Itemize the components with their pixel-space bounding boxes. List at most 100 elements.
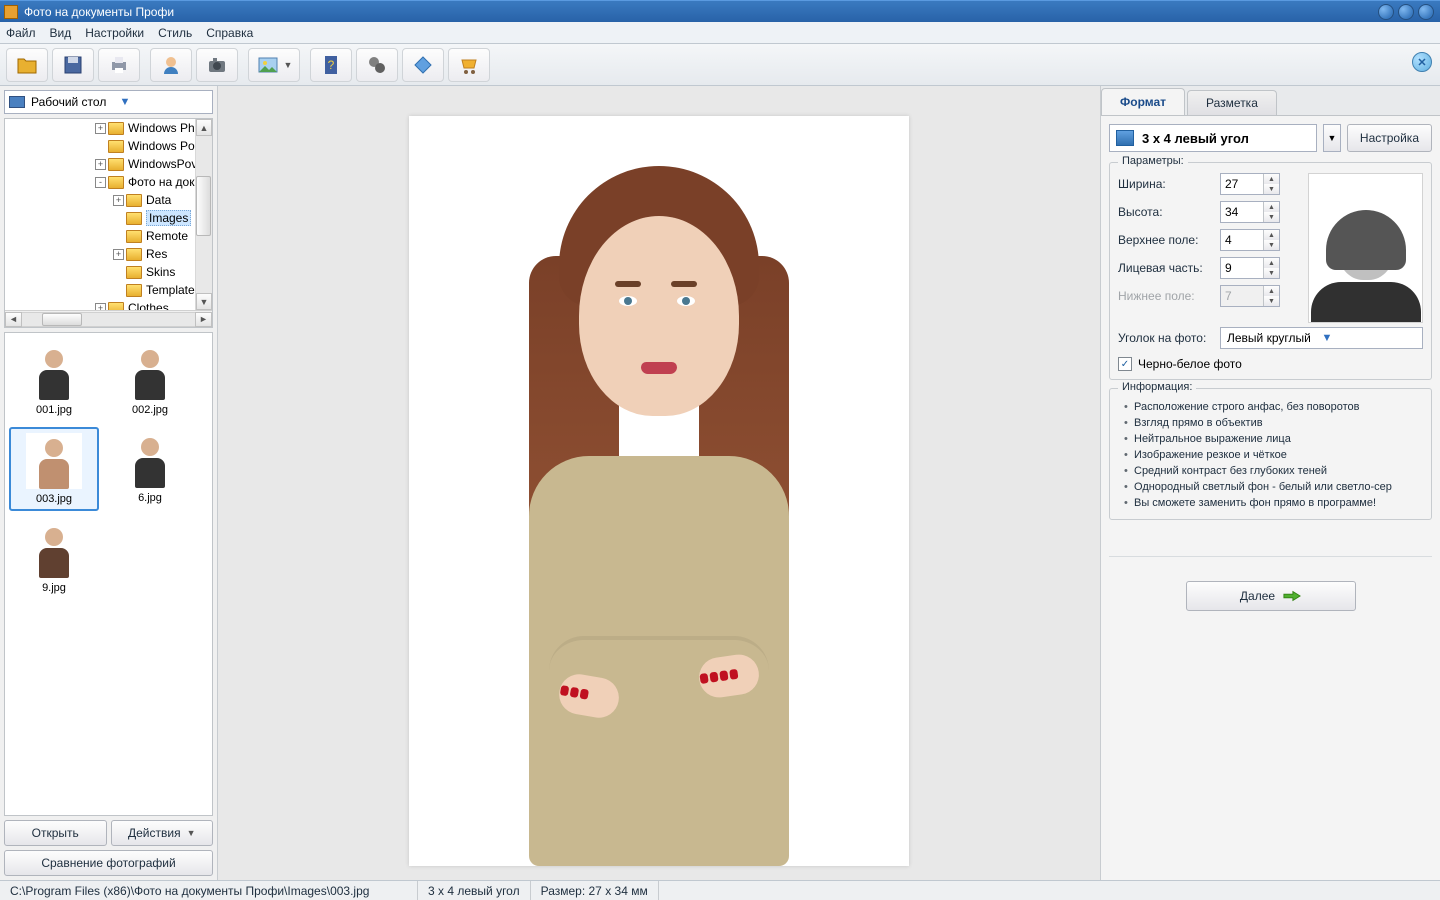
info-fieldset: Информация: Расположение строго анфас, б… — [1109, 388, 1432, 520]
folder-icon — [126, 230, 142, 243]
thumbnail[interactable]: 002.jpg — [105, 339, 195, 421]
help-button[interactable]: ? — [310, 48, 352, 82]
tree-hscrollbar[interactable]: ◄► — [5, 310, 212, 327]
tree-item[interactable]: +Data — [5, 191, 212, 209]
folder-icon — [126, 212, 142, 225]
top-margin-spinner[interactable]: ▲▼ — [1220, 229, 1280, 251]
image-dropdown-button[interactable]: ▼ — [248, 48, 300, 82]
format-icon — [1116, 130, 1134, 146]
path-combo[interactable]: Рабочий стол ▼ — [4, 90, 213, 114]
tree-item-label: Windows Po — [128, 139, 195, 153]
compare-button[interactable]: Сравнение фотографий — [4, 850, 213, 876]
titlebar: Фото на документы Профи — [0, 0, 1440, 22]
tree-item[interactable]: +Clothes — [5, 299, 212, 310]
info-item: Расположение строго анфас, без поворотов — [1124, 399, 1423, 415]
camera-button[interactable] — [196, 48, 238, 82]
open-button[interactable]: Открыть — [4, 820, 107, 846]
tree-item[interactable]: Skins — [5, 263, 212, 281]
top-margin-label: Верхнее поле: — [1118, 233, 1220, 247]
folder-tree: +Windows Ph Windows Po +WindowsPov-Фото на… — [4, 118, 213, 328]
tree-item-label: Template — [146, 283, 195, 297]
desktop-icon — [9, 96, 25, 108]
video-button[interactable] — [356, 48, 398, 82]
bottom-margin-spinner: ▲▼ — [1220, 285, 1280, 307]
thumbnail-label: 002.jpg — [132, 404, 168, 416]
thumbnail-label: 9.jpg — [42, 582, 66, 594]
tab-format[interactable]: Формат — [1101, 88, 1185, 115]
thumbnail[interactable]: 9.jpg — [9, 517, 99, 599]
folder-icon — [108, 302, 124, 311]
open-folder-button[interactable] — [6, 48, 48, 82]
tree-item[interactable]: Remote — [5, 227, 212, 245]
close-button[interactable] — [1418, 4, 1434, 20]
chevron-down-icon: ▼ — [120, 96, 209, 108]
toolbar: ▼ ? ✕ — [0, 44, 1440, 86]
tree-item-label: WindowsPov — [128, 157, 197, 171]
params-fieldset: Параметры: Ширина: ▲▼ Высота: ▲▼ Верхнее… — [1109, 162, 1432, 380]
folder-icon — [108, 122, 124, 135]
thumbnail[interactable]: 003.jpg — [9, 427, 99, 511]
tree-item-label: Remote — [146, 229, 188, 243]
right-panel: Формат Разметка 3 х 4 левый угол ▼ Настр… — [1100, 86, 1440, 880]
next-button[interactable]: Далее — [1186, 581, 1356, 611]
print-button[interactable] — [98, 48, 140, 82]
corner-combo[interactable]: Левый круглый▼ — [1220, 327, 1423, 349]
height-spinner[interactable]: ▲▼ — [1220, 201, 1280, 223]
menu-style[interactable]: Стиль — [158, 26, 192, 40]
format-setup-button[interactable]: Настройка — [1347, 124, 1432, 152]
right-tabs: Формат Разметка — [1101, 86, 1440, 116]
tree-item[interactable]: -Фото на док — [5, 173, 212, 191]
face-part-spinner[interactable]: ▲▼ — [1220, 257, 1280, 279]
menu-help[interactable]: Справка — [206, 26, 253, 40]
svg-text:?: ? — [328, 58, 335, 72]
tree-item[interactable]: Windows Po — [5, 137, 212, 155]
face-detect-button[interactable] — [150, 48, 192, 82]
tree-item-label: Res — [146, 247, 167, 261]
minimize-button[interactable] — [1378, 4, 1394, 20]
thumbnail[interactable]: 001.jpg — [9, 339, 99, 421]
info-item: Средний контраст без глубоких теней — [1124, 463, 1423, 479]
globe-button[interactable] — [402, 48, 444, 82]
tab-markup[interactable]: Разметка — [1187, 90, 1277, 115]
save-button[interactable] — [52, 48, 94, 82]
info-item: Взгляд прямо в объектив — [1124, 415, 1423, 431]
folder-icon — [108, 176, 124, 189]
format-dropdown-button[interactable]: ▼ — [1323, 124, 1341, 152]
format-combo[interactable]: 3 х 4 левый угол — [1109, 124, 1317, 152]
path-label: Рабочий стол — [31, 95, 120, 109]
folder-icon — [126, 194, 142, 207]
collapse-right-panel-button[interactable]: ✕ — [1412, 52, 1432, 72]
tree-item[interactable]: Images — [5, 209, 212, 227]
menu-file[interactable]: Файл — [6, 26, 36, 40]
tree-item-label: Data — [146, 193, 171, 207]
center-panel — [218, 86, 1100, 880]
bw-label: Черно-белое фото — [1138, 357, 1242, 371]
menubar: Файл Вид Настройки Стиль Справка — [0, 22, 1440, 44]
tree-item[interactable]: +Res — [5, 245, 212, 263]
thumbnail-label: 001.jpg — [36, 404, 72, 416]
bw-checkbox[interactable]: ✓ — [1118, 357, 1132, 371]
tree-item[interactable]: Template — [5, 281, 212, 299]
tree-item-label: Skins — [146, 265, 175, 279]
tree-item-label: Windows Ph — [128, 121, 195, 135]
photo-canvas[interactable] — [409, 116, 909, 866]
tree-item[interactable]: +Windows Ph — [5, 119, 212, 137]
bottom-margin-label: Нижнее поле: — [1118, 289, 1220, 303]
maximize-button[interactable] — [1398, 4, 1414, 20]
tree-item[interactable]: +WindowsPov — [5, 155, 212, 173]
menu-view[interactable]: Вид — [50, 26, 72, 40]
tree-item-label: Images — [146, 210, 191, 226]
actions-button[interactable]: Действия▼ — [111, 820, 214, 846]
folder-icon — [108, 158, 124, 171]
face-part-label: Лицевая часть: — [1118, 261, 1220, 275]
status-size: Размер: 27 x 34 мм — [531, 881, 659, 900]
info-item: Изображение резкое и чёткое — [1124, 447, 1423, 463]
cart-button[interactable] — [448, 48, 490, 82]
menu-settings[interactable]: Настройки — [85, 26, 144, 40]
corner-label: Уголок на фото: — [1118, 331, 1220, 345]
info-legend: Информация: — [1118, 381, 1196, 393]
thumbnail[interactable]: 6.jpg — [105, 427, 195, 511]
format-name: 3 х 4 левый угол — [1142, 131, 1249, 146]
width-spinner[interactable]: ▲▼ — [1220, 173, 1280, 195]
tree-vscrollbar[interactable]: ▲▼ — [195, 119, 212, 310]
